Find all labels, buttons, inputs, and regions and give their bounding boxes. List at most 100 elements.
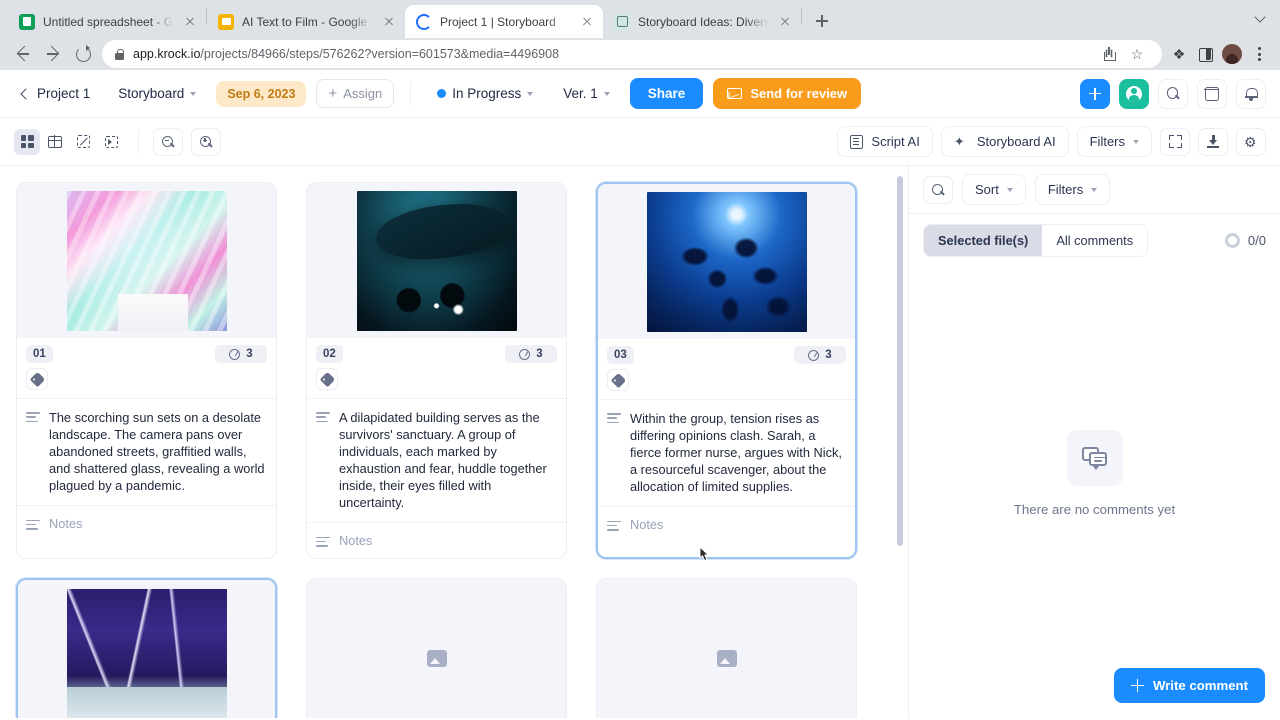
due-date-chip[interactable]: Sep 6, 2023 — [216, 80, 307, 107]
description-lines-icon — [607, 413, 621, 424]
script-ai-button[interactable]: Script AI — [837, 126, 933, 157]
calendar-button[interactable] — [1197, 78, 1227, 109]
frame-view-button[interactable] — [70, 129, 96, 155]
board-scrollbar[interactable] — [897, 176, 903, 546]
tab-title: Storyboard Ideas: Diverse Con — [638, 14, 769, 29]
grid-view-button[interactable] — [14, 128, 40, 155]
card-description[interactable]: Within the group, tension rises as diffe… — [598, 399, 855, 506]
fullscreen-button[interactable] — [1160, 127, 1190, 156]
slides-icon — [218, 13, 234, 30]
card-thumbnail[interactable] — [17, 183, 276, 338]
tab-title: Untitled spreadsheet - Google — [43, 14, 174, 29]
invite-members-button[interactable] — [1119, 78, 1149, 109]
browser-tab-ideas[interactable]: Storyboard Ideas: Diverse Con — [603, 5, 801, 38]
card-notes[interactable]: Notes — [17, 505, 276, 541]
search-button[interactable] — [1158, 78, 1188, 109]
grid-icon — [20, 135, 34, 148]
envelope-icon — [727, 88, 743, 99]
browser-tab-storyboard[interactable]: Project 1 | Storyboard — [405, 5, 603, 38]
extensions-puzzle-icon[interactable]: ❖ — [1166, 41, 1192, 67]
version-selector[interactable]: Ver. 1 — [553, 80, 620, 107]
write-comment-button[interactable]: Write comment — [1113, 668, 1265, 703]
card-meta: 02 3 — [307, 338, 566, 398]
assign-button[interactable]: + Assign — [316, 79, 395, 108]
card-description[interactable]: A dilapidated building serves as the sur… — [307, 398, 566, 522]
presentation-view-button[interactable] — [98, 129, 124, 155]
search-icon — [932, 183, 944, 196]
share-button[interactable]: Share — [629, 78, 704, 109]
side-panel-icon[interactable] — [1192, 41, 1218, 67]
duration-badge[interactable]: 3 — [505, 345, 557, 363]
forward-button[interactable] — [38, 39, 68, 69]
fullscreen-icon — [1168, 135, 1182, 148]
reload-icon[interactable] — [68, 39, 98, 69]
close-icon[interactable] — [579, 14, 595, 30]
table-view-button[interactable] — [42, 129, 68, 155]
card-thumbnail[interactable] — [18, 580, 275, 718]
tab-title: AI Text to Film - Google Slides — [242, 14, 373, 29]
comments-search-button[interactable] — [923, 175, 953, 204]
storyboard-card-selected[interactable]: 03 3 Within the group, tension rises as … — [596, 182, 857, 559]
close-icon[interactable] — [777, 14, 793, 30]
zoom-in-icon — [200, 135, 212, 148]
board-filters-button[interactable]: Filters — [1076, 126, 1152, 157]
card-thumbnail[interactable] — [597, 579, 856, 718]
version-label: Ver. 1 — [563, 86, 598, 101]
chrome-menu-icon[interactable] — [1246, 41, 1272, 67]
zoom-out-button[interactable] — [153, 127, 183, 156]
script-icon — [850, 134, 864, 149]
browser-tab-spreadsheet[interactable]: Untitled spreadsheet - Google — [8, 5, 206, 38]
settings-button[interactable]: ⚙ — [1236, 127, 1266, 156]
download-button[interactable] — [1198, 127, 1228, 156]
share-icon[interactable] — [1096, 41, 1122, 67]
image-placeholder-icon — [426, 650, 447, 667]
add-tag-button[interactable] — [316, 368, 338, 390]
duration-badge[interactable]: 3 — [794, 346, 846, 364]
comments-sort-button[interactable]: Sort — [962, 174, 1026, 205]
description-text: The scorching sun sets on a desolate lan… — [49, 410, 265, 493]
comments-filters-button[interactable]: Filters — [1034, 174, 1111, 205]
zoom-in-button[interactable] — [191, 127, 221, 156]
card-thumbnail[interactable] — [307, 183, 566, 338]
card-thumbnail[interactable] — [307, 579, 566, 718]
tab-list-chevron-down-icon[interactable] — [1256, 12, 1266, 22]
sparkle-icon: ✦ — [953, 133, 965, 149]
card-notes[interactable]: Notes — [307, 522, 566, 558]
storyboard-card[interactable]: 02 3 A dilapidated building serves as th… — [306, 182, 567, 559]
krock-icon — [416, 13, 432, 30]
browser-tab-slides[interactable]: AI Text to Film - Google Slides — [207, 5, 405, 38]
tab-title: Project 1 | Storyboard — [440, 14, 556, 29]
card-thumbnail[interactable] — [598, 184, 855, 339]
new-tab-button[interactable] — [808, 7, 836, 35]
storyboard-card[interactable]: 01 3 The scorching sun sets on a desolat… — [16, 182, 277, 559]
storyboard-card[interactable] — [596, 578, 857, 718]
header-actions — [1080, 78, 1266, 109]
storyboard-card[interactable] — [306, 578, 567, 718]
send-for-review-button[interactable]: Send for review — [713, 78, 862, 109]
toolbar-divider — [138, 129, 139, 154]
toolbar-tools: Script AI ✦ Storyboard AI Filters ⚙ — [837, 126, 1266, 157]
card-description[interactable]: The scorching sun sets on a desolate lan… — [17, 398, 276, 505]
card-notes[interactable]: Notes — [598, 506, 855, 542]
profile-avatar[interactable] — [1222, 44, 1242, 64]
back-to-project-button[interactable]: Project 1 — [14, 81, 98, 106]
notion-icon — [614, 13, 630, 30]
close-icon[interactable] — [381, 14, 397, 30]
project-name: Project 1 — [37, 86, 91, 101]
duration-badge[interactable]: 3 — [215, 345, 267, 363]
step-selector[interactable]: Storyboard — [108, 80, 206, 107]
address-bar[interactable]: app.krock.io/projects/84966/steps/576262… — [102, 40, 1162, 68]
close-icon[interactable] — [182, 14, 198, 30]
storyboard-card-selected[interactable] — [16, 578, 277, 718]
header-divider — [410, 81, 412, 106]
back-button[interactable] — [8, 39, 38, 69]
notifications-button[interactable] — [1236, 78, 1266, 109]
frame-index: 03 — [607, 346, 634, 364]
add-tag-button[interactable] — [26, 368, 48, 390]
add-button[interactable] — [1080, 78, 1110, 109]
bookmark-star-icon[interactable]: ☆ — [1124, 41, 1150, 67]
add-tag-button[interactable] — [607, 369, 629, 391]
storyboard-ai-button[interactable]: ✦ Storyboard AI — [940, 126, 1069, 157]
notes-placeholder: Notes — [49, 516, 83, 531]
status-selector[interactable]: In Progress — [427, 80, 543, 107]
